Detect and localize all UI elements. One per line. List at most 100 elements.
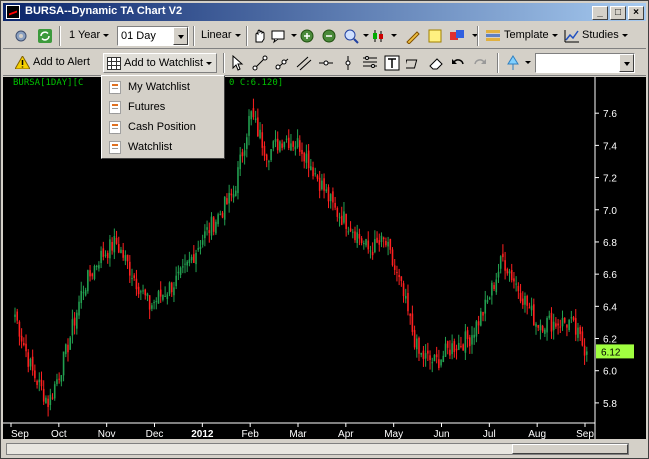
candlestick-type-icon[interactable] (371, 28, 387, 44)
candle-body (307, 150, 310, 169)
candle-body (206, 227, 208, 230)
color-picker-icon[interactable] (505, 55, 521, 71)
candle-body (248, 116, 250, 136)
eraser-icon[interactable] (428, 55, 444, 71)
candle-body (215, 221, 217, 234)
trendline-icon[interactable] (252, 55, 268, 71)
y-tick-label: 6.6 (603, 270, 617, 281)
candle-body (294, 146, 297, 150)
menu-item-cash-position[interactable]: Cash Position (104, 118, 222, 137)
refresh-icon[interactable] (37, 28, 53, 44)
candle-body (175, 275, 177, 287)
watchlist-grid-icon (107, 57, 121, 70)
candle-body (14, 314, 16, 317)
interval-select[interactable]: 01 Day (117, 26, 189, 46)
candle-body (321, 180, 323, 190)
candle-body (526, 296, 528, 306)
scrollbar-thumb[interactable] (512, 444, 628, 454)
toolbar-separator (246, 26, 248, 46)
chevron-down-icon[interactable] (525, 61, 531, 64)
minimize-button[interactable]: _ (592, 6, 608, 20)
candle-body (444, 343, 447, 357)
horizontal-line-icon[interactable] (318, 55, 334, 71)
candle-body (49, 394, 52, 406)
chevron-down-icon[interactable] (173, 27, 188, 45)
candle-body (276, 138, 279, 151)
candle-body (91, 273, 94, 277)
maximize-button[interactable]: □ (610, 6, 626, 20)
candle-body (301, 149, 303, 154)
candlestick-chart[interactable]: 5.8 6.0 6.2 6.4 6.6 6.8 7.0 7.2 7.4 7.6 Sep Oct Nov D… (3, 77, 646, 440)
channel-line-icon[interactable] (296, 55, 312, 71)
candle-body (484, 299, 487, 314)
candle-body (499, 256, 502, 269)
zoom-box-icon[interactable] (343, 28, 359, 44)
horizontal-scrollbar[interactable] (6, 443, 629, 455)
candle-body (204, 231, 206, 239)
settings-gear-icon[interactable] (13, 28, 29, 44)
chevron-down-icon[interactable] (391, 34, 397, 37)
text-tool-icon[interactable] (384, 55, 400, 71)
close-button[interactable]: × (628, 6, 644, 20)
candle-body (497, 271, 500, 278)
template-dropdown[interactable]: Template (482, 26, 562, 46)
candle-body (283, 141, 286, 148)
candle-body (438, 359, 440, 369)
candle-body (71, 319, 74, 336)
candle-body (345, 213, 347, 229)
candle-body (210, 216, 213, 236)
line-style-select[interactable] (535, 53, 635, 73)
pointer-arrow-icon[interactable] (230, 55, 246, 71)
zoom-out-icon[interactable] (321, 28, 337, 44)
note-icon[interactable] (427, 28, 443, 44)
price-chart[interactable]: 5.8 6.0 6.2 6.4 6.6 6.8 7.0 7.2 7.4 7.6 Sep Oct Nov D… (3, 77, 646, 440)
candle-body (190, 256, 193, 261)
range-dropdown[interactable]: 1 Year (65, 26, 113, 46)
hand-pan-icon[interactable] (251, 28, 267, 44)
redo-icon[interactable] (472, 55, 488, 71)
candle-body (424, 353, 427, 359)
chevron-down-icon (621, 33, 628, 37)
undo-icon[interactable] (450, 55, 466, 71)
candle-body (555, 323, 557, 327)
candle-body (78, 301, 80, 316)
chevron-down-icon[interactable] (291, 34, 297, 37)
add-to-watchlist-button[interactable]: Add to Watchlist (103, 53, 218, 73)
x-tick-label: Sep (576, 429, 594, 439)
draw-tools-icon[interactable] (405, 28, 421, 44)
menu-item-futures[interactable]: Futures (104, 98, 222, 117)
candle-body (429, 355, 431, 361)
candle-body (325, 189, 328, 192)
y-tick-label: 7.6 (603, 109, 617, 120)
zoom-in-icon[interactable] (299, 28, 315, 44)
studies-dropdown[interactable]: Studies (562, 26, 632, 46)
vertical-line-icon[interactable] (340, 55, 356, 71)
scale-dropdown[interactable]: Linear (197, 26, 245, 46)
candle-body (356, 232, 358, 244)
y-tick-label: 7.2 (603, 174, 617, 185)
candle-body (561, 317, 564, 327)
menu-item-my-watchlist[interactable]: My Watchlist (104, 78, 222, 97)
candle-body (391, 249, 394, 266)
ray-line-icon[interactable] (274, 55, 290, 71)
fibonacci-icon[interactable] (362, 55, 378, 71)
title-bar[interactable]: BURSA--Dynamic TA Chart V2 _ □ × (3, 3, 646, 21)
candle-body (151, 305, 153, 309)
studies-icon (564, 30, 579, 43)
candle-body (148, 295, 151, 310)
candle-body (557, 323, 559, 326)
shapes-icon[interactable] (406, 55, 422, 71)
candle-body (76, 312, 78, 329)
candle-body (232, 194, 235, 198)
tooltip-icon[interactable] (271, 28, 287, 44)
candle-body (162, 294, 164, 300)
colors-icon[interactable] (449, 28, 465, 44)
chevron-down-icon[interactable] (363, 34, 369, 37)
chevron-down-icon[interactable] (619, 54, 634, 72)
candle-body (157, 291, 160, 304)
menu-item-watchlist[interactable]: Watchlist (104, 138, 222, 157)
x-tick-label: 2012 (191, 429, 214, 439)
add-to-alert-button[interactable]: Add to Alert (13, 53, 94, 73)
candle-body (535, 323, 537, 327)
candle-body (378, 240, 381, 245)
